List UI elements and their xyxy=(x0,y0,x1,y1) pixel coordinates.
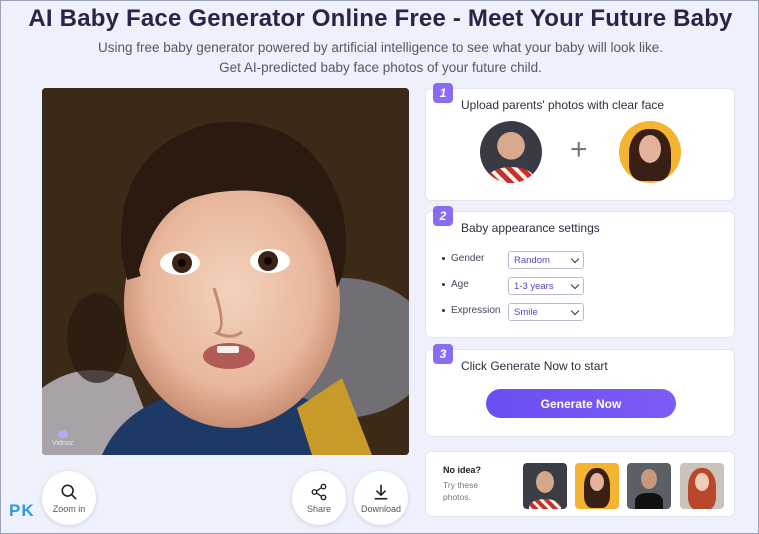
age-select[interactable]: 1-3 years xyxy=(508,277,584,295)
chevron-down-icon xyxy=(570,280,580,290)
mother-photo-upload[interactable] xyxy=(619,121,681,183)
age-label: Age xyxy=(451,279,469,290)
download-button[interactable]: Download xyxy=(354,471,408,525)
gender-value: Random xyxy=(514,255,550,266)
page-subtitle-2: Get AI-predicted baby face photos of you… xyxy=(219,60,542,75)
gender-select[interactable]: Random xyxy=(508,251,584,269)
upload-step-card: 1 Upload parents' photos with clear face… xyxy=(425,83,735,201)
no-idea-heading: No idea? xyxy=(443,465,482,475)
step-number-badge: 2 xyxy=(433,206,453,226)
chevron-down-icon xyxy=(570,254,580,264)
sample-photo-thumbnail[interactable] xyxy=(627,463,671,509)
pk-logo-p: P xyxy=(9,501,22,520)
generate-now-button[interactable]: Generate Now xyxy=(486,389,676,418)
age-row: Age xyxy=(442,279,509,290)
gender-label: Gender xyxy=(451,253,485,264)
step-number-badge: 3 xyxy=(433,344,453,364)
sample-photos-card: No idea? Try these photos. xyxy=(425,451,735,517)
upload-step-title: Upload parents' photos with clear face xyxy=(461,98,665,112)
baby-face-illustration xyxy=(42,88,409,455)
download-label: Download xyxy=(360,503,402,514)
vidnoz-logo-icon xyxy=(57,430,68,438)
zoom-in-button[interactable]: Zoom in xyxy=(42,471,96,525)
expression-select[interactable]: Smile xyxy=(508,303,584,321)
expression-label: Expression xyxy=(451,305,501,316)
step-number-badge: 1 xyxy=(433,83,453,103)
pk-logo-k: K xyxy=(21,501,35,520)
baby-preview-image: Vidnoz xyxy=(42,88,409,455)
sample-photo-thumbnail[interactable] xyxy=(575,463,619,509)
plus-icon: + xyxy=(570,133,588,166)
watermark-text: Vidnoz xyxy=(52,440,74,447)
age-value: 1-3 years xyxy=(514,281,554,292)
settings-step-title: Baby appearance settings xyxy=(461,221,600,235)
page-title: AI Baby Face Generator Online Free - Mee… xyxy=(28,5,733,32)
chevron-down-icon xyxy=(570,306,580,316)
try-photos-hint: Try these photos. xyxy=(443,480,479,502)
share-label: Share xyxy=(306,503,332,514)
watermark-logo: Vidnoz xyxy=(52,430,73,447)
magnifier-icon xyxy=(61,483,77,500)
pk-corner-logo: PK xyxy=(9,501,35,521)
sample-photo-thumbnail[interactable] xyxy=(523,463,567,509)
share-button[interactable]: Share xyxy=(292,471,346,525)
page-subtitle: Using free baby generator powered by art… xyxy=(97,40,664,55)
expression-row: Expression xyxy=(442,305,509,316)
generate-step-card: 3 Click Generate Now to start Generate N… xyxy=(425,344,735,437)
settings-step-card: 2 Baby appearance settings Gender Random… xyxy=(425,206,735,338)
download-icon xyxy=(374,484,388,500)
expression-value: Smile xyxy=(514,307,538,318)
father-photo-upload[interactable] xyxy=(480,121,542,183)
generate-step-title: Click Generate Now to start xyxy=(461,359,608,373)
gender-row: Gender xyxy=(442,253,509,264)
sample-photo-thumbnail[interactable] xyxy=(680,463,724,509)
share-icon xyxy=(311,483,327,500)
zoom-in-label: Zoom in xyxy=(52,503,86,514)
